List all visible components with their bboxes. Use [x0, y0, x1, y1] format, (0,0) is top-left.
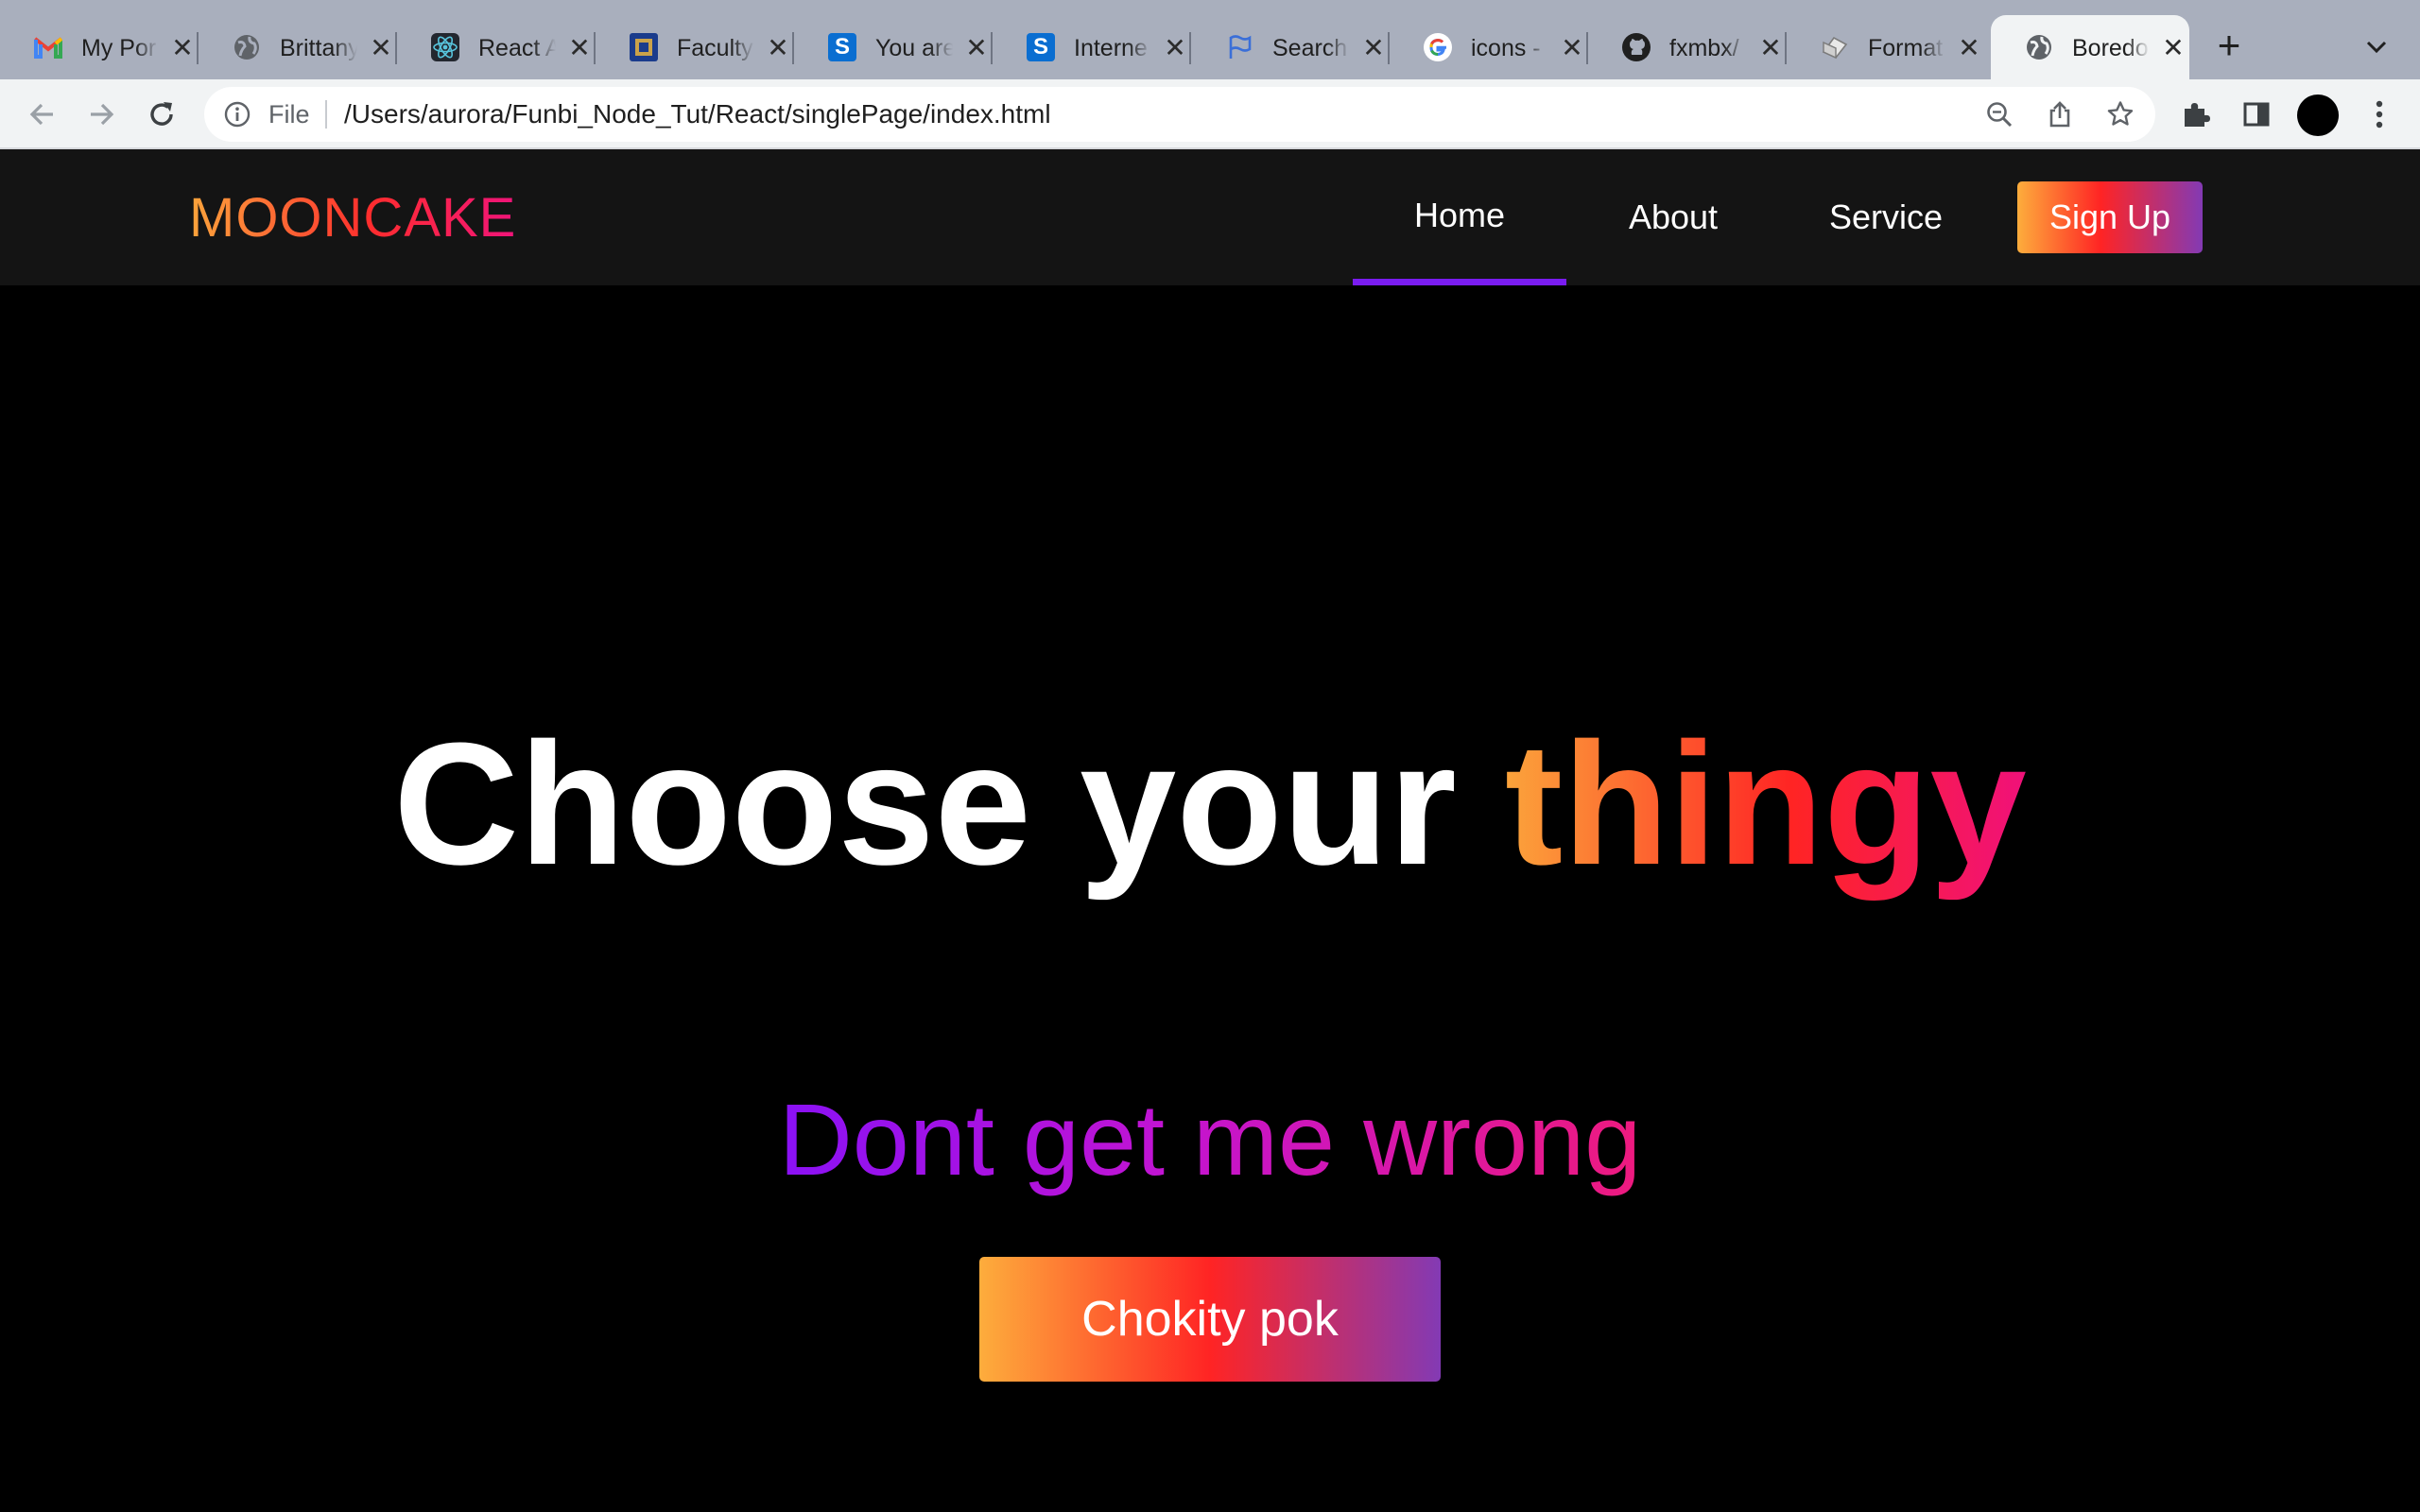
faculty-icon	[630, 33, 658, 61]
tab-title: Search	[1272, 35, 1348, 61]
tab-title: fxmbx/	[1669, 35, 1739, 61]
gmail-icon	[34, 33, 62, 61]
tab-close-button[interactable]: ✕	[1163, 35, 1187, 61]
tab-brittany[interactable]: Brittany ✕	[199, 15, 397, 79]
extensions-puzzle-icon[interactable]	[2176, 94, 2216, 134]
react-icon	[431, 33, 459, 61]
site-navbar: MOONCAKE Home About Service Sign Up	[0, 149, 2420, 285]
tab-close-button[interactable]: ✕	[766, 35, 790, 61]
more-menu-icon[interactable]	[2360, 94, 2399, 134]
tab-title: React A	[478, 35, 556, 61]
browser-tab-strip: My Por ✕ Brittany ✕ React A ✕ Faculty ✕ …	[0, 0, 2420, 79]
tab-close-button[interactable]: ✕	[1758, 35, 1783, 61]
forward-arrow-icon[interactable]	[81, 94, 121, 134]
back-arrow-icon[interactable]	[23, 94, 62, 134]
tab-search-chevron-icon[interactable]	[2358, 28, 2395, 66]
hero-cta-button[interactable]: Chokity pok	[979, 1257, 1441, 1382]
tab-title: Boredo	[2072, 35, 2149, 61]
hero-title: Choose your thingy	[0, 709, 2420, 898]
flag-icon	[1225, 33, 1253, 61]
browser-toolbar: File /Users/aurora/Funbi_Node_Tut/React/…	[0, 79, 2420, 149]
tab-close-button[interactable]: ✕	[1560, 35, 1584, 61]
site-logo[interactable]: MOONCAKE	[189, 185, 516, 251]
site-info-icon[interactable]	[223, 100, 251, 129]
tab-boredom-active[interactable]: Boredo ✕	[1991, 15, 2189, 79]
tab-close-button[interactable]: ✕	[369, 35, 393, 61]
tab-close-button[interactable]: ✕	[964, 35, 989, 61]
nav-home[interactable]: Home	[1353, 149, 1566, 285]
globe-icon	[233, 33, 261, 61]
zoom-icon[interactable]	[1983, 98, 2015, 130]
tab-title: My Por	[81, 35, 157, 61]
tab-close-button[interactable]: ✕	[1361, 35, 1386, 61]
page-viewport: MOONCAKE Home About Service Sign Up Choo…	[0, 149, 2420, 1512]
share-icon[interactable]	[2044, 98, 2076, 130]
tab-title: You are	[875, 35, 953, 61]
tab-github[interactable]: fxmbx/ ✕	[1588, 15, 1787, 79]
side-panel-icon[interactable]	[2237, 94, 2276, 134]
tab-react[interactable]: React A ✕	[397, 15, 596, 79]
tab-my-portfolio[interactable]: My Por ✕	[0, 15, 199, 79]
tab-close-button[interactable]: ✕	[567, 35, 592, 61]
format-icon	[1821, 33, 1849, 61]
tab-icons[interactable]: icons - ✕	[1390, 15, 1588, 79]
s-logo-icon: S	[828, 33, 856, 61]
tab-title: Interne	[1074, 35, 1148, 61]
tab-you-are[interactable]: S You are ✕	[794, 15, 993, 79]
google-icon	[1424, 33, 1452, 61]
tab-format[interactable]: Format ✕	[1787, 15, 1985, 79]
file-scheme-label: File	[268, 100, 310, 129]
hero-title-highlight: thingy	[1504, 706, 2027, 901]
tab-close-button[interactable]: ✕	[1957, 35, 1981, 61]
tab-title: Format	[1868, 35, 1944, 61]
tab-title: icons -	[1471, 35, 1541, 61]
tab-title: Faculty	[677, 35, 753, 61]
nav-about[interactable]: About	[1566, 149, 1780, 285]
tab-internet[interactable]: S Interne ✕	[993, 15, 1191, 79]
hero-subtitle: Dont get me wrong	[0, 1083, 2420, 1196]
new-tab-button[interactable]: +	[2208, 25, 2250, 66]
bookmark-star-icon[interactable]	[2104, 98, 2136, 130]
nav-service[interactable]: Service	[1779, 149, 1993, 285]
tab-search[interactable]: Search ✕	[1191, 15, 1390, 79]
globe-icon	[2025, 33, 2053, 61]
tab-title: Brittany	[280, 35, 357, 61]
hero-subtitle-text: Dont get me wrong	[778, 1082, 1642, 1196]
s-logo-icon: S	[1027, 33, 1055, 61]
tab-close-button[interactable]: ✕	[2161, 35, 2186, 61]
url-text[interactable]: /Users/aurora/Funbi_Node_Tut/React/singl…	[344, 98, 1051, 130]
address-bar[interactable]: File /Users/aurora/Funbi_Node_Tut/React/…	[204, 87, 2155, 142]
hero-title-plain: Choose your	[393, 706, 1505, 901]
tab-faculty[interactable]: Faculty ✕	[596, 15, 794, 79]
tab-close-button[interactable]: ✕	[170, 35, 195, 61]
github-icon	[1622, 33, 1651, 61]
address-divider	[325, 100, 327, 129]
reload-icon[interactable]	[142, 94, 182, 134]
sign-up-button[interactable]: Sign Up	[2017, 181, 2203, 253]
profile-avatar[interactable]	[2297, 94, 2339, 136]
